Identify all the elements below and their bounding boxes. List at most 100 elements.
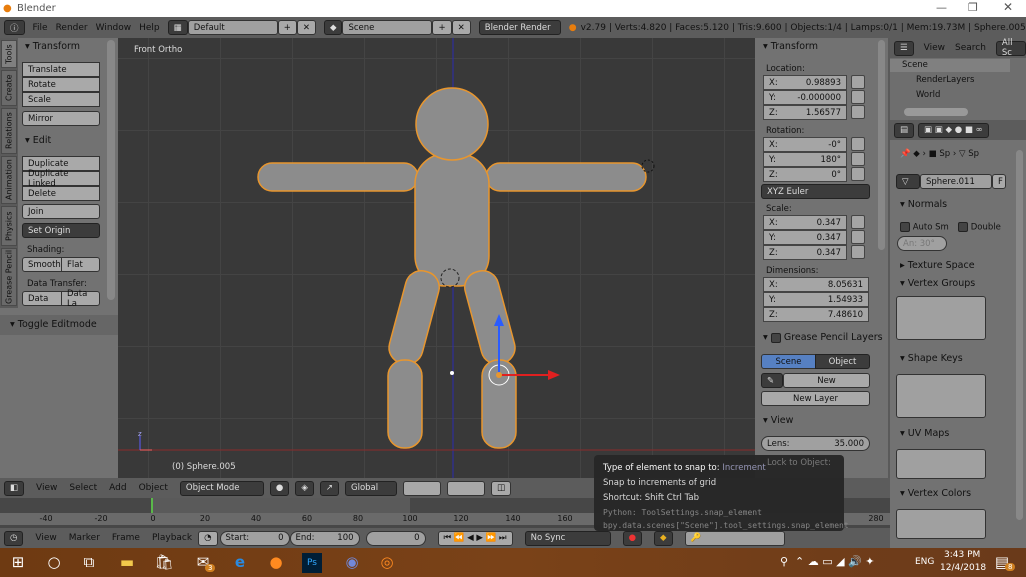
tab-physics[interactable]: Physics: [1, 206, 17, 246]
editor-type-timeline-icon[interactable]: ◷: [4, 530, 24, 546]
render-engine-selector[interactable]: Blender Render: [478, 20, 561, 35]
sidebar-scrollbar[interactable]: [878, 40, 885, 250]
normals-panel-title[interactable]: ▾ Normals: [900, 199, 947, 210]
set-origin-dropdown[interactable]: Set Origin: [22, 223, 100, 238]
shelf-scrollbar[interactable]: [107, 40, 115, 300]
vertex-colors-panel[interactable]: ▾ Vertex Colors: [900, 488, 971, 499]
uv-maps-list[interactable]: [896, 449, 986, 479]
fake-user-button[interactable]: F: [992, 174, 1006, 189]
record-icon[interactable]: ●: [622, 530, 643, 546]
cortana-icon[interactable]: ○: [44, 553, 64, 573]
menu-select[interactable]: Select: [69, 483, 97, 493]
menu-search[interactable]: Search: [955, 43, 986, 53]
tab-tools[interactable]: Tools: [1, 40, 17, 68]
properties-scrollbar[interactable]: [1016, 150, 1023, 520]
windows-start-icon[interactable]: ⊞: [8, 553, 28, 573]
lock-icon[interactable]: [851, 215, 865, 229]
dimensions-y-field[interactable]: Y: 1.54933: [763, 292, 869, 307]
clock-time[interactable]: 3:43 PM: [944, 550, 980, 560]
location-x-field[interactable]: X: 0.98893: [763, 75, 847, 90]
current-frame-field[interactable]: 0: [365, 530, 426, 546]
vertex-groups-panel[interactable]: ▾ Vertex Groups: [900, 278, 975, 289]
scene-selector[interactable]: Scene: [342, 20, 433, 35]
close-button[interactable]: ✕: [1003, 0, 1013, 14]
new-layer-button[interactable]: New Layer: [761, 391, 870, 406]
scale-y-field[interactable]: Y: 0.347: [763, 230, 847, 245]
location-z-field[interactable]: Z: 1.56577: [763, 105, 847, 120]
data-button[interactable]: Data: [22, 291, 62, 306]
keying-set-field[interactable]: 🔑: [684, 530, 785, 546]
grease-pencil-panel-title[interactable]: ▾ Grease Pencil Layers: [763, 332, 883, 343]
mode-selector[interactable]: Object Mode: [179, 480, 264, 496]
task-view-icon[interactable]: ⧉: [79, 553, 99, 573]
menu-object[interactable]: Object: [139, 483, 168, 493]
lock-icon[interactable]: [851, 167, 865, 181]
edit-panel-title[interactable]: ▾ Edit: [25, 135, 51, 146]
smooth-button[interactable]: Smooth: [22, 257, 62, 272]
layout-selector[interactable]: Default: [187, 20, 278, 35]
photoshop-icon[interactable]: Ps: [302, 553, 322, 573]
menu-file[interactable]: File: [33, 23, 48, 33]
viewport-shading-icon[interactable]: ●: [269, 480, 290, 496]
outliner-item-scene[interactable]: Scene: [902, 60, 928, 70]
editor-type-3dview-icon[interactable]: ◧: [4, 480, 25, 496]
maximize-button[interactable]: ❐: [968, 1, 978, 14]
menu-view[interactable]: View: [924, 43, 945, 53]
gp-new-button[interactable]: New: [783, 373, 870, 388]
dimensions-z-field[interactable]: Z: 7.48610: [763, 307, 869, 322]
menu-frame[interactable]: Frame: [112, 533, 140, 543]
file-explorer-icon[interactable]: ▬: [117, 553, 137, 573]
lock-icon[interactable]: [851, 137, 865, 151]
rotation-x-field[interactable]: X: -0°: [763, 137, 847, 152]
tab-relations[interactable]: Relations: [1, 108, 17, 154]
mesh-data-icon[interactable]: ▽: [896, 174, 920, 189]
remove-layout-button[interactable]: ✕: [296, 20, 316, 35]
menu-help[interactable]: Help: [139, 23, 160, 33]
snap-icon[interactable]: ◫: [491, 480, 512, 496]
clock-date[interactable]: 12/4/2018: [940, 563, 986, 573]
layers-grid[interactable]: [447, 480, 485, 496]
editor-type-info-icon[interactable]: ⓘ: [4, 20, 25, 35]
add-layout-button[interactable]: +: [277, 20, 297, 35]
outliner-item-renderlayers[interactable]: RenderLayers: [916, 75, 974, 85]
join-button[interactable]: Join: [22, 204, 100, 219]
transform-panel-title[interactable]: ▾ Transform: [763, 41, 818, 52]
menu-view[interactable]: View: [36, 483, 57, 493]
sync-mode-dropdown[interactable]: No Sync: [524, 530, 611, 546]
duplicate-linked-button[interactable]: Duplicate Linked: [22, 169, 100, 189]
preview-range-icon[interactable]: ◔: [198, 530, 218, 546]
minimize-button[interactable]: —: [936, 1, 947, 14]
mesh-name-field[interactable]: Sphere.011: [920, 174, 992, 189]
rotation-y-field[interactable]: Y: 180°: [763, 152, 847, 167]
mirror-button[interactable]: Mirror: [22, 111, 100, 126]
pivot-point-icon[interactable]: ◈: [295, 480, 314, 496]
language-indicator[interactable]: ENG: [915, 557, 934, 567]
pencil-icon[interactable]: ✎: [761, 373, 783, 388]
edge-icon[interactable]: e: [230, 553, 250, 573]
menu-playback[interactable]: Playback: [152, 533, 192, 543]
outliner-editor-icon[interactable]: ☰: [894, 40, 914, 56]
store-icon[interactable]: 🛍: [154, 553, 174, 573]
manipulator-toggle-icon[interactable]: ↗: [319, 480, 339, 496]
rotation-mode-dropdown[interactable]: XYZ Euler: [761, 184, 870, 199]
lock-icon[interactable]: [851, 90, 865, 104]
remove-scene-button[interactable]: ✕: [451, 20, 471, 35]
dimensions-x-field[interactable]: X: 8.05631: [763, 277, 869, 292]
lock-icon[interactable]: [851, 105, 865, 119]
system-tray-icons[interactable]: ⚲ ⌃ ☁ ▭ ◢ 🔊 ✦: [780, 555, 875, 568]
scale-x-field[interactable]: X: 0.347: [763, 215, 847, 230]
lock-icon[interactable]: [851, 245, 865, 259]
menu-view[interactable]: View: [35, 533, 56, 543]
lock-icon[interactable]: [851, 75, 865, 89]
transform-panel-title[interactable]: ▾ Transform: [25, 41, 80, 52]
playback-controls[interactable]: ⏮ ⏪ ◀ ▶ ⏩ ⏭: [437, 530, 513, 546]
flat-button[interactable]: Flat: [61, 257, 100, 272]
vertex-groups-list[interactable]: [896, 296, 986, 340]
menu-render[interactable]: Render: [56, 23, 88, 33]
tab-create[interactable]: Create: [1, 70, 17, 106]
3d-viewport[interactable]: Front Ortho (0) Sphere.005 z: [118, 38, 755, 478]
shape-keys-list[interactable]: [896, 374, 986, 418]
rotation-z-field[interactable]: Z: 0°: [763, 167, 847, 182]
lens-field[interactable]: Lens: 35.000: [761, 436, 870, 451]
scale-button[interactable]: Scale: [22, 92, 100, 107]
